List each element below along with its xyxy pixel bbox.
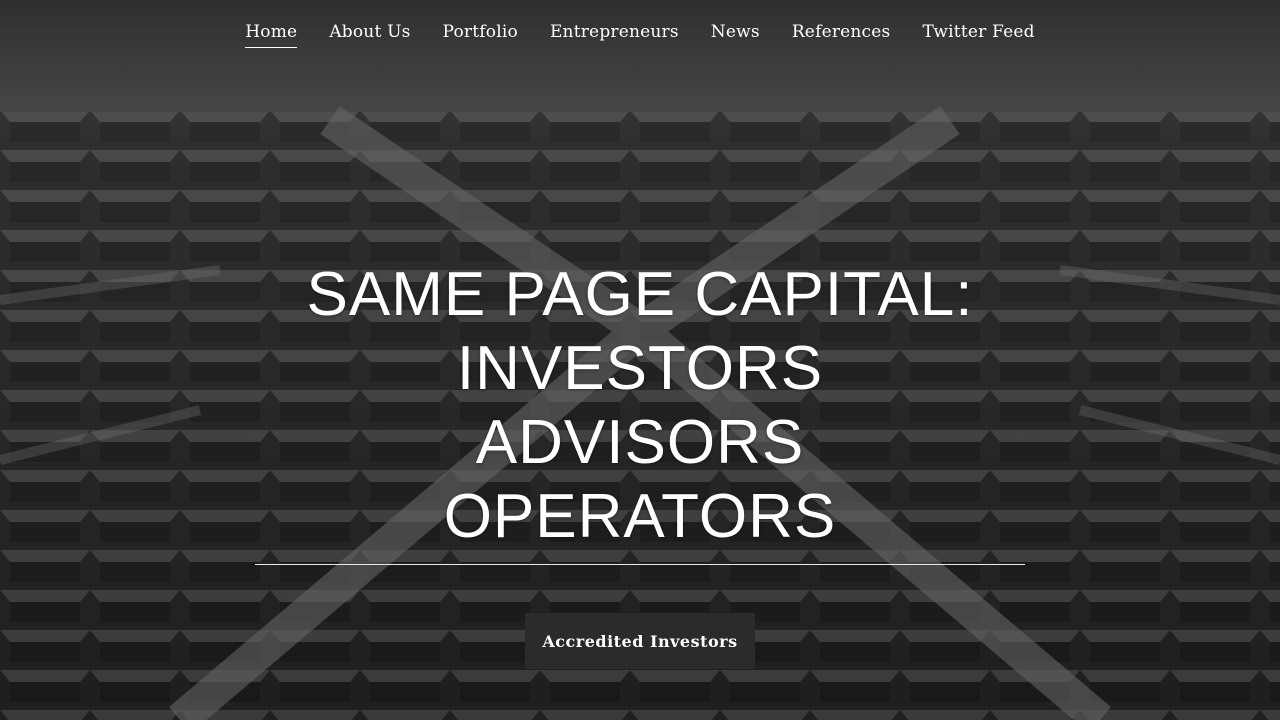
nav-item-twitter-feed[interactable]: Twitter Feed <box>922 16 1034 48</box>
nav-item-entrepreneurs[interactable]: Entrepreneurs <box>550 16 679 48</box>
main-navigation: Home About Us Portfolio Entrepreneurs Ne… <box>0 0 1280 64</box>
accredited-investors-button[interactable]: Accredited Investors <box>525 613 755 669</box>
headline-line-2: INVESTORS <box>456 334 824 403</box>
hero-section: Home About Us Portfolio Entrepreneurs Ne… <box>0 0 1280 720</box>
nav-item-home[interactable]: Home <box>245 16 298 48</box>
headline-divider <box>255 564 1025 565</box>
headline-line-4: OPERATORS <box>443 482 837 551</box>
nav-item-news[interactable]: News <box>711 16 760 48</box>
nav-item-portfolio[interactable]: Portfolio <box>443 16 518 48</box>
headline-line-3: ADVISORS <box>475 408 805 477</box>
nav-item-about-us[interactable]: About Us <box>329 16 410 48</box>
hero-headline: SAME PAGE CAPITAL: INVESTORS ADVISORS OP… <box>0 258 1280 554</box>
nav-item-references[interactable]: References <box>792 16 891 48</box>
headline-line-1: SAME PAGE CAPITAL: <box>306 260 974 329</box>
